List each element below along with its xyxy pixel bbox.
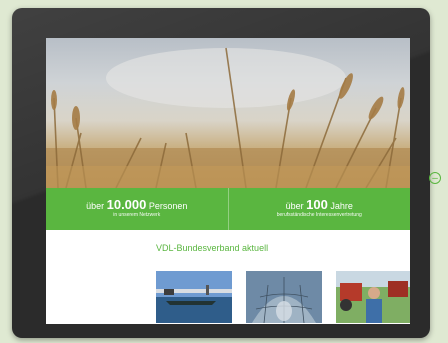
tablet-screen: über 10.000 Personen in unserem Netzwerk… — [46, 38, 410, 324]
hero-banner — [46, 38, 410, 188]
stat-years-caption: berufsständische Interessenvertretung — [276, 212, 362, 218]
stat-years: über 100 Jahre berufsständische Interess… — [227, 188, 411, 230]
stat-years-number: 100 — [306, 197, 328, 212]
stats-bar: über 10.000 Personen in unserem Netzwerk… — [46, 188, 410, 230]
news-thumbnail-reichstag[interactable] — [246, 271, 322, 323]
stat-persons-number: 10.000 — [106, 197, 147, 212]
wheat-field-image — [46, 47, 410, 188]
news-thumbnail-harbor[interactable] — [156, 271, 232, 323]
section-title: VDL-Bundesverband aktuell — [156, 243, 269, 253]
tablet-frame: über 10.000 Personen in unserem Netzwerk… — [12, 8, 430, 338]
stat-persons: über 10.000 Personen in unserem Netzwerk — [46, 188, 228, 230]
stat-persons-suffix: Personen — [148, 201, 188, 211]
stat-persons-caption: in unserem Netzwerk — [113, 212, 161, 218]
harbor-photo — [156, 271, 232, 323]
stat-years-prefix: über — [285, 201, 304, 211]
news-thumbnail-farmers[interactable] — [336, 271, 410, 323]
minus-circle-icon[interactable]: – — [429, 172, 441, 184]
reichstag-dome-photo — [246, 271, 322, 323]
stat-years-suffix: Jahre — [330, 201, 353, 211]
farmers-tractor-photo — [336, 271, 410, 323]
stat-persons-prefix: über — [86, 201, 105, 211]
